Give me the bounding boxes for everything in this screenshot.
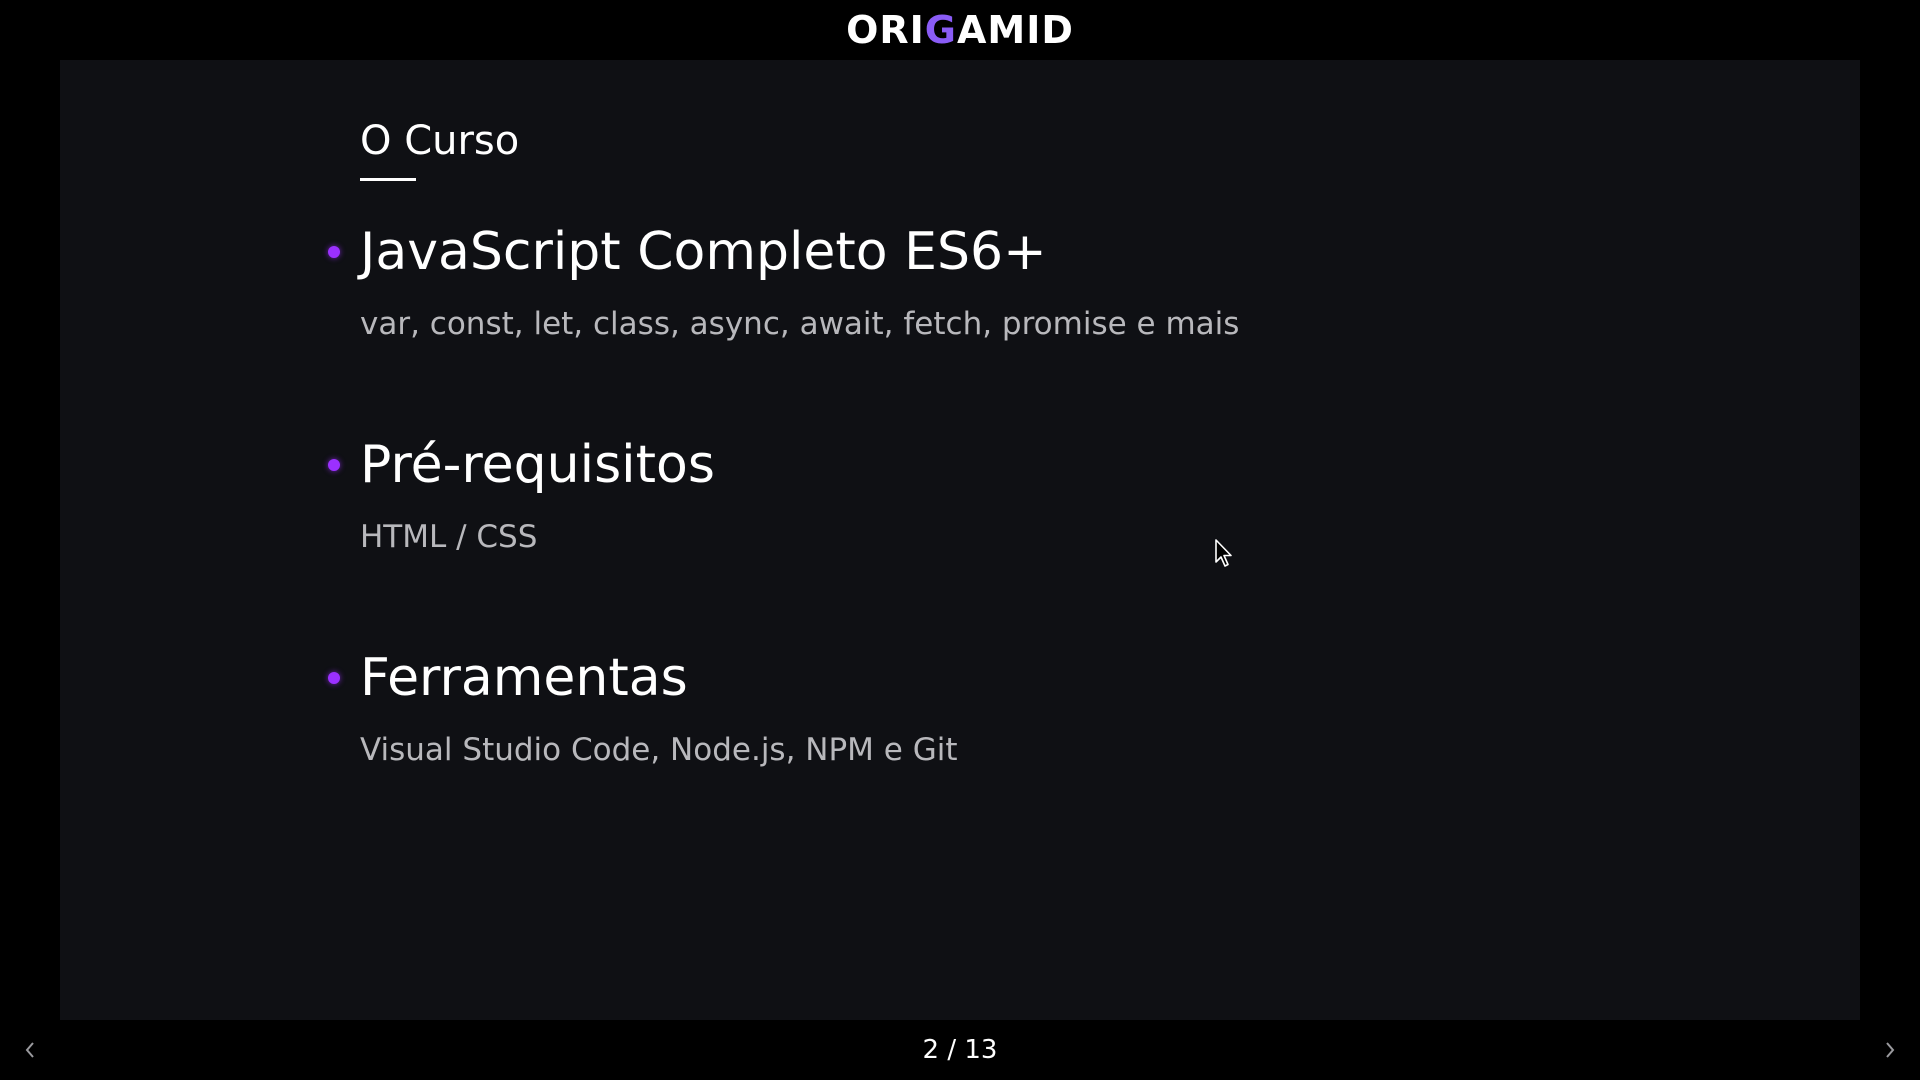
title-underline	[360, 178, 416, 181]
item-heading: Ferramentas	[360, 648, 688, 708]
presentation-viewer: ORIGAMID O Curso JavaScript Completo ES6…	[0, 0, 1920, 1080]
slide: O Curso JavaScript Completo ES6+ var, co…	[60, 60, 1860, 1020]
origamid-logo: ORIGAMID	[0, 8, 1920, 52]
chevron-right-icon	[1886, 1042, 1895, 1058]
bullet-dot-icon	[328, 246, 340, 258]
slide-title: O Curso	[360, 118, 520, 164]
slide-counter: 2 / 13	[922, 1035, 998, 1065]
item-description: HTML / CSS	[360, 519, 538, 555]
item-heading: JavaScript Completo ES6+	[360, 222, 1047, 282]
item-heading: Pré-requisitos	[360, 435, 715, 495]
logo-text-prefix: ORI	[846, 8, 925, 52]
item-description: Visual Studio Code, Node.js, NPM e Git	[360, 732, 958, 768]
next-slide-button[interactable]	[1878, 1034, 1902, 1066]
bullet-dot-icon	[328, 459, 340, 471]
item-description: var, const, let, class, async, await, fe…	[360, 306, 1240, 342]
logo-text-suffix: AMID	[957, 8, 1074, 52]
bullet-dot-icon	[328, 672, 340, 684]
logo-text-accent: G	[924, 8, 957, 52]
mouse-pointer-icon	[1215, 539, 1232, 567]
